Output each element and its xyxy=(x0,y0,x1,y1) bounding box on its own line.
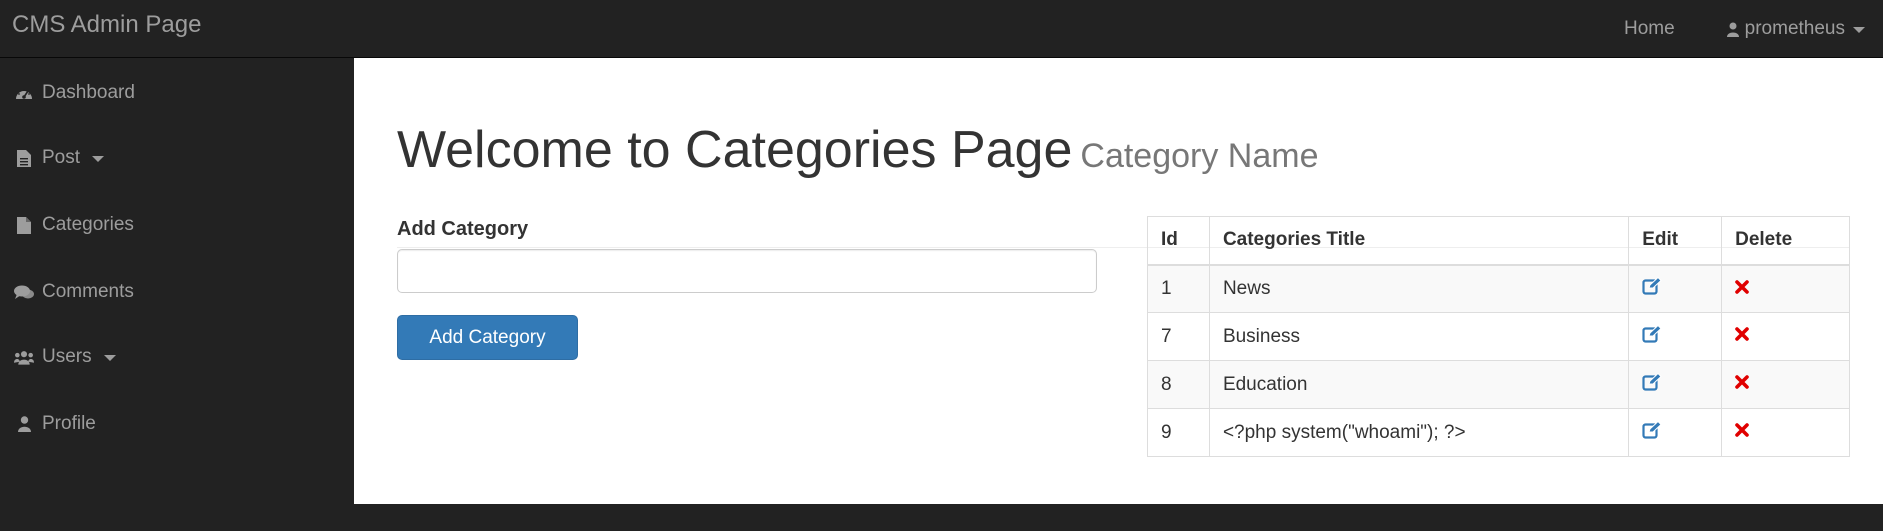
comments-icon xyxy=(14,282,34,302)
category-title-input[interactable] xyxy=(397,249,1097,293)
sidebar: Dashboard Post Categories Comments Users… xyxy=(0,58,354,531)
column-header-delete: Delete xyxy=(1721,216,1850,266)
cell-delete xyxy=(1721,360,1850,409)
dashboard-icon xyxy=(14,83,34,103)
sidebar-item-label: Users xyxy=(42,346,92,367)
column-header-id: Id xyxy=(1147,216,1210,266)
cell-edit xyxy=(1628,408,1723,457)
cell-delete xyxy=(1721,312,1850,361)
user-name: prometheus xyxy=(1744,18,1845,39)
caret-down-icon xyxy=(92,156,105,162)
sidebar-item-profile[interactable]: Profile xyxy=(14,409,96,439)
main-content: Welcome to Categories Page Category Name … xyxy=(354,58,1883,504)
sidebar-item-label: Post xyxy=(42,147,81,168)
sidebar-item-label: Comments xyxy=(42,281,134,302)
column-header-title: Categories Title xyxy=(1208,216,1630,266)
sidebar-item-post[interactable]: Post xyxy=(14,143,105,173)
edit-icon[interactable] xyxy=(1642,420,1662,445)
sidebar-item-label: Dashboard xyxy=(42,82,135,103)
navbar-right: Home prometheus xyxy=(1624,0,1883,58)
edit-icon[interactable] xyxy=(1642,276,1662,301)
sidebar-item-comments[interactable]: Comments xyxy=(14,277,134,307)
delete-icon[interactable] xyxy=(1735,421,1749,443)
table-header-row: Id Categories Title Edit Delete xyxy=(1147,216,1850,266)
nav-home-link[interactable]: Home xyxy=(1624,18,1675,40)
categories-table: Id Categories Title Edit Delete 1 News 7… xyxy=(1147,216,1850,457)
sidebar-item-label: Profile xyxy=(42,413,96,434)
file-text-icon xyxy=(14,148,34,168)
delete-icon[interactable] xyxy=(1735,278,1749,300)
table-row: 9 <?php system("whoami"); ?> xyxy=(1147,408,1850,457)
column-header-edit: Edit xyxy=(1628,216,1723,266)
cell-edit xyxy=(1628,264,1723,313)
cell-id: 8 xyxy=(1147,360,1210,409)
cell-delete xyxy=(1721,408,1850,457)
cell-id: 7 xyxy=(1147,312,1210,361)
cell-id: 9 xyxy=(1147,408,1210,457)
delete-icon[interactable] xyxy=(1735,373,1749,395)
top-navbar: CMS Admin Page Home prometheus xyxy=(0,0,1883,58)
cell-edit xyxy=(1628,312,1723,361)
sidebar-item-dashboard[interactable]: Dashboard xyxy=(14,78,135,108)
cell-id: 1 xyxy=(1147,264,1210,313)
user-icon xyxy=(1726,22,1739,37)
sidebar-item-categories[interactable]: Categories xyxy=(14,210,134,240)
users-icon xyxy=(14,347,34,367)
caret-down-icon xyxy=(103,355,116,361)
page-subtitle: Category Name xyxy=(1080,137,1319,175)
cell-edit xyxy=(1628,360,1723,409)
edit-icon[interactable] xyxy=(1642,324,1662,349)
sidebar-item-label: Categories xyxy=(42,214,134,235)
table-row: 1 News xyxy=(1147,264,1850,313)
cell-delete xyxy=(1721,264,1850,313)
sidebar-item-users[interactable]: Users xyxy=(14,342,116,372)
cell-title: Education xyxy=(1208,360,1630,409)
add-category-label: Add Category xyxy=(397,218,529,240)
user-dropdown[interactable]: prometheus xyxy=(1726,18,1865,40)
table-row: 8 Education xyxy=(1147,360,1850,409)
page-title: Welcome to Categories Page Category Name xyxy=(397,120,1319,186)
footer-strip xyxy=(354,504,1883,531)
add-category-button[interactable]: Add Category xyxy=(397,315,578,360)
table-row: 7 Business xyxy=(1147,312,1850,361)
caret-down-icon xyxy=(1853,27,1865,33)
user-icon xyxy=(14,414,34,434)
file-icon xyxy=(14,215,34,235)
cell-title: News xyxy=(1208,264,1630,313)
cell-title: <?php system("whoami"); ?> xyxy=(1208,408,1630,457)
delete-icon[interactable] xyxy=(1735,325,1749,347)
edit-icon[interactable] xyxy=(1642,372,1662,397)
page-title-text: Welcome to Categories Page xyxy=(397,121,1073,179)
cell-title: Business xyxy=(1208,312,1630,361)
brand-link[interactable]: CMS Admin Page xyxy=(12,10,201,40)
